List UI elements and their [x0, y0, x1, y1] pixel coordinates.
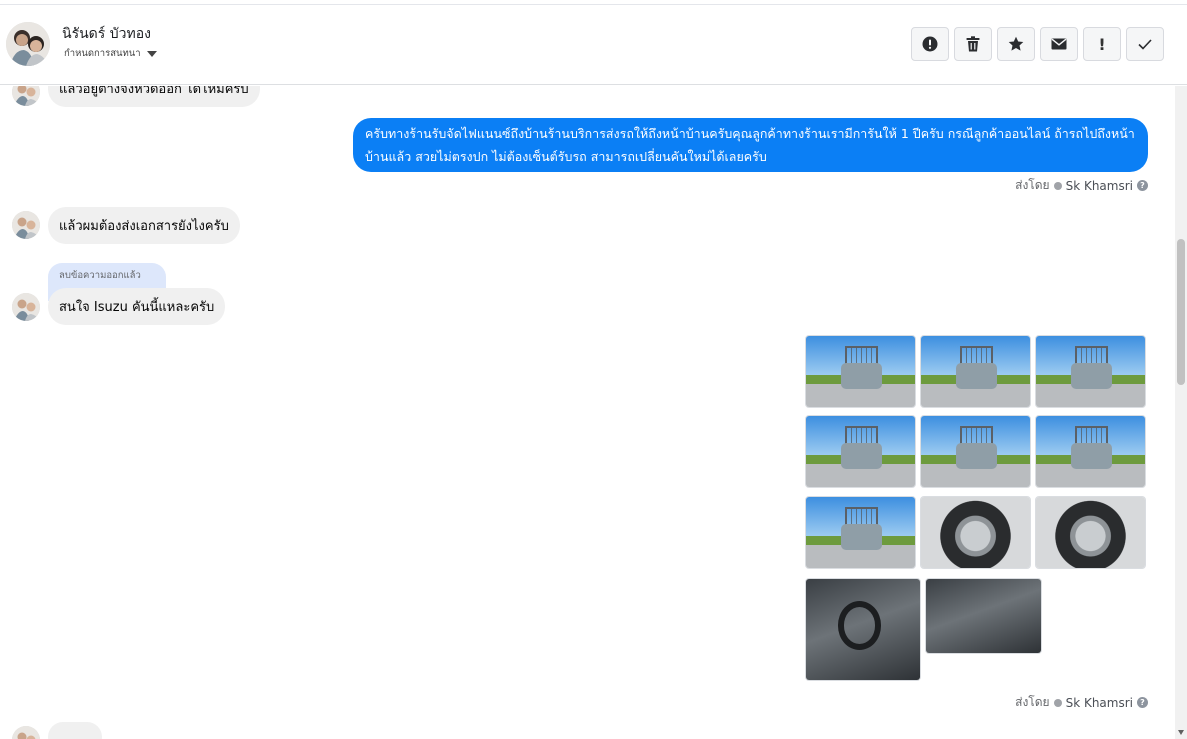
- conversation-header: นิรันดร์ บัวทอง กำหนดการสนทนา !: [0, 5, 1187, 85]
- outgoing-message[interactable]: ครับทางร้านรับจัดไฟแนนซ์ถึงบ้านร้านบริกา…: [353, 118, 1148, 172]
- wheel-photo[interactable]: [1035, 496, 1146, 569]
- contact-avatar-small[interactable]: [12, 86, 40, 106]
- truck-photo[interactable]: [1035, 415, 1146, 488]
- mark-done-button[interactable]: [1126, 27, 1164, 61]
- truck-photo[interactable]: [920, 335, 1031, 408]
- mail-button[interactable]: [1040, 27, 1078, 61]
- star-button[interactable]: [997, 27, 1035, 61]
- incoming-message[interactable]: แล้วอยู่ต่างจังหวัดออก ได้ไหมครับ: [48, 86, 260, 107]
- sent-by-label: ส่งโดย: [1015, 695, 1050, 709]
- truck-photo[interactable]: [920, 415, 1031, 488]
- scrollbar-thumb[interactable]: [1177, 239, 1185, 385]
- agent-name[interactable]: Sk Khamsri: [1066, 179, 1133, 193]
- truck-photo[interactable]: [805, 335, 916, 408]
- help-icon[interactable]: ?: [1137, 697, 1148, 708]
- star-icon: [1008, 36, 1024, 51]
- contact-name[interactable]: นิรันดร์ บัวทอง: [62, 23, 151, 45]
- conversation-status-dropdown[interactable]: กำหนดการสนทนา: [64, 46, 157, 61]
- exclamation-icon: !: [1098, 34, 1106, 54]
- contact-avatar[interactable]: [6, 22, 50, 66]
- truck-photo[interactable]: [1035, 335, 1146, 408]
- scroll-down-arrow-icon[interactable]: [1178, 730, 1184, 735]
- delete-button[interactable]: [954, 27, 992, 61]
- message-thread: แล้วอยู่ต่างจังหวัดออก ได้ไหมครับ ครับทา…: [0, 86, 1175, 739]
- mark-important-button[interactable]: !: [1083, 27, 1121, 61]
- help-icon[interactable]: ?: [1137, 180, 1148, 191]
- report-button[interactable]: [911, 27, 949, 61]
- sent-by-info: ส่งโดย Sk Khamsri ?: [1015, 693, 1148, 712]
- contact-avatar-small[interactable]: [12, 211, 40, 239]
- sent-by-label: ส่งโดย: [1015, 178, 1050, 192]
- truck-photo[interactable]: [805, 496, 916, 569]
- trash-icon: [966, 36, 980, 52]
- incoming-message[interactable]: [48, 722, 102, 739]
- exclamation-circle-icon: [922, 36, 938, 52]
- contact-avatar-small[interactable]: [12, 726, 40, 739]
- interior-photo[interactable]: [805, 578, 921, 681]
- sent-by-info: ส่งโดย Sk Khamsri ?: [1015, 176, 1148, 195]
- envelope-icon: [1051, 38, 1067, 50]
- caret-down-icon: [146, 51, 157, 57]
- wheel-photo[interactable]: [920, 496, 1031, 569]
- incoming-message[interactable]: สนใจ Isuzu คันนี้แหละครับ: [48, 288, 226, 325]
- agent-status-icon: [1053, 181, 1062, 190]
- agent-name[interactable]: Sk Khamsri: [1066, 696, 1133, 710]
- contact-avatar-small[interactable]: [12, 293, 40, 321]
- check-icon: [1138, 38, 1152, 50]
- incoming-message[interactable]: แล้วผมต้องส่งเอกสารยังไงครับ: [48, 207, 240, 244]
- truck-photo[interactable]: [805, 415, 916, 488]
- thread-scrollbar[interactable]: [1175, 86, 1187, 739]
- conversation-status-label: กำหนดการสนทนา: [64, 48, 141, 59]
- agent-status-icon: [1053, 698, 1062, 707]
- interior-photo[interactable]: [925, 578, 1042, 654]
- header-actions: !: [911, 27, 1164, 61]
